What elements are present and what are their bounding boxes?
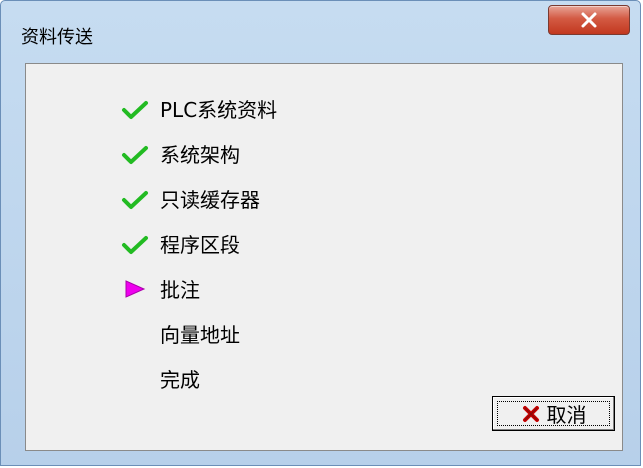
step-vector-addresses: 向量地址 [120, 311, 277, 356]
step-program-sections: 程序区段 [120, 221, 277, 266]
step-complete: 完成 [120, 356, 277, 401]
check-icon [120, 97, 150, 121]
step-plc-system-data: PLC系统资料 [120, 86, 277, 131]
step-label: 向量地址 [160, 323, 240, 347]
step-label: 程序区段 [160, 233, 240, 257]
step-read-only-buffer: 只读缓存器 [120, 176, 277, 221]
arrow-right-icon [120, 277, 150, 301]
check-icon [120, 232, 150, 256]
close-button[interactable] [548, 5, 630, 35]
screen: 资料传送 PLC系统资料 系统架构 只读缓存器 程序区段 批注 向量地址 完成 … [0, 0, 643, 468]
dialog-window: 资料传送 PLC系统资料 系统架构 只读缓存器 程序区段 批注 向量地址 完成 … [0, 0, 641, 466]
step-list: PLC系统资料 系统架构 只读缓存器 程序区段 批注 向量地址 完成 [120, 86, 277, 401]
step-label: 只读缓存器 [160, 188, 260, 212]
step-comments: 批注 [120, 266, 277, 311]
dialog-content: PLC系统资料 系统架构 只读缓存器 程序区段 批注 向量地址 完成 取消 [25, 63, 623, 451]
step-label: 批注 [160, 278, 200, 302]
check-icon [120, 142, 150, 166]
step-label: PLC系统资料 [160, 98, 278, 122]
close-icon [581, 12, 597, 28]
step-label: 系统架构 [160, 143, 240, 167]
focus-rect [497, 401, 610, 426]
step-system-architecture: 系统架构 [120, 131, 277, 176]
check-icon [120, 187, 150, 211]
step-label: 完成 [160, 368, 200, 392]
window-title: 资料传送 [21, 27, 93, 48]
cancel-button[interactable]: 取消 [492, 396, 615, 431]
